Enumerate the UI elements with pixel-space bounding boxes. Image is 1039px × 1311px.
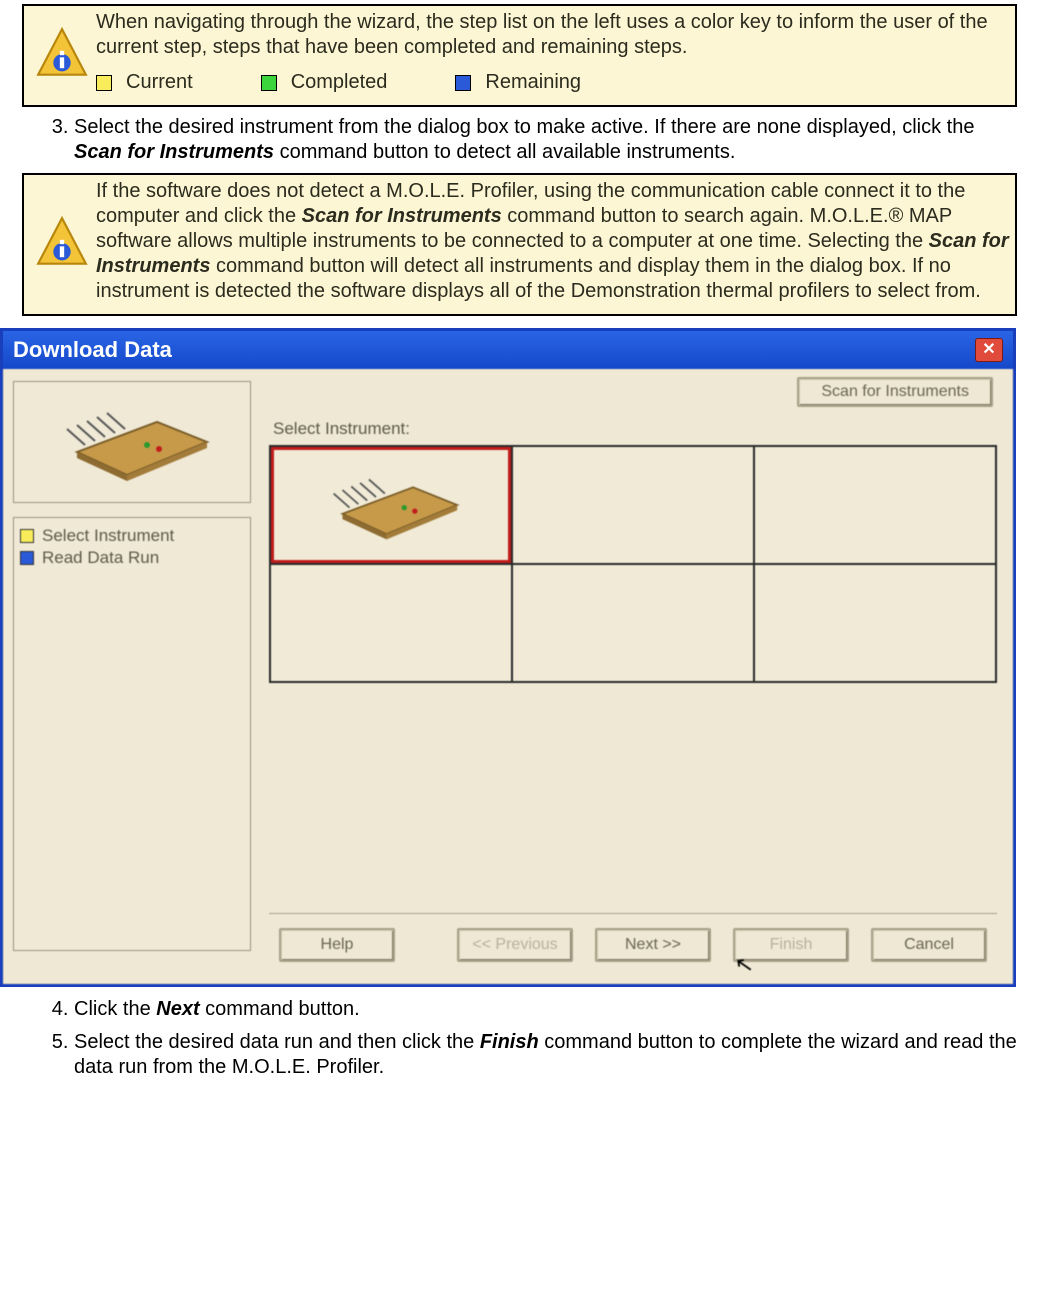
info-note-scan: If the software does not detect a M.O.L.… xyxy=(22,173,1017,316)
step-label: Read Data Run xyxy=(42,548,159,568)
select-instrument-label: Select Instrument: xyxy=(273,419,997,439)
scan-for-instruments-button[interactable]: Scan for Instruments xyxy=(797,377,993,407)
help-button[interactable]: Help xyxy=(279,928,395,962)
info-note-color-key: When navigating through the wizard, the … xyxy=(22,4,1017,107)
previous-button[interactable]: << Previous xyxy=(457,928,573,962)
step-3-text-a: Select the desired instrument from the d… xyxy=(74,116,974,138)
color-legend: Current Completed Remaining xyxy=(96,70,1009,95)
instrument-cell-empty[interactable] xyxy=(513,565,753,681)
step-label: Select Instrument xyxy=(42,526,174,546)
legend-swatch-current xyxy=(96,75,112,91)
dialog-titlebar[interactable]: Download Data ✕ xyxy=(3,331,1013,369)
legend-swatch-completed xyxy=(261,75,277,91)
step-4: Click the Next command button. xyxy=(74,997,1017,1022)
step-status-icon xyxy=(20,529,34,543)
info-note-body: When navigating through the wizard, the … xyxy=(96,10,1009,95)
legend-label-completed: Completed xyxy=(291,70,388,95)
dialog-title: Download Data xyxy=(13,337,172,363)
instrument-cell-selected[interactable] xyxy=(271,447,511,563)
cursor-icon: ↖ xyxy=(732,951,755,980)
wizard-right-pane: Scan for Instruments Select Instrument: xyxy=(259,369,1013,984)
instrument-grid xyxy=(269,445,997,683)
wizard-step-select-instrument[interactable]: Select Instrument xyxy=(20,526,244,546)
wizard-step-read-data-run[interactable]: Read Data Run xyxy=(20,548,244,568)
instrument-cell-empty[interactable] xyxy=(513,447,753,563)
info-note-body: If the software does not detect a M.O.L.… xyxy=(96,179,1009,304)
info-note-text: When navigating through the wizard, the … xyxy=(96,11,988,58)
device-thumbnail xyxy=(13,381,251,503)
instrument-cell-empty[interactable] xyxy=(271,565,511,681)
legend-label-remaining: Remaining xyxy=(485,70,581,95)
step-3: Select the desired instrument from the d… xyxy=(74,115,1017,165)
step-status-icon xyxy=(20,551,34,565)
download-data-dialog: Download Data ✕ xyxy=(0,328,1016,987)
close-icon: ✕ xyxy=(982,342,995,358)
note2-b: Scan for Instruments xyxy=(302,205,502,227)
step-list-cont: Click the Next command button. Select th… xyxy=(22,997,1017,1080)
cancel-button[interactable]: Cancel xyxy=(871,928,987,962)
step-4-bold: Next xyxy=(156,998,199,1020)
note2-e: command button will detect all instrumen… xyxy=(96,255,981,302)
instrument-cell-empty[interactable] xyxy=(755,565,995,681)
instrument-cell-empty[interactable] xyxy=(755,447,995,563)
step-5-text-a: Select the desired data run and then cli… xyxy=(74,1031,480,1053)
info-icon xyxy=(28,27,96,79)
step-5: Select the desired data run and then cli… xyxy=(74,1030,1017,1080)
step-5-bold: Finish xyxy=(480,1031,539,1053)
wizard-left-pane: Select Instrument Read Data Run xyxy=(3,369,259,984)
close-button[interactable]: ✕ xyxy=(975,338,1003,362)
legend-label-current: Current xyxy=(126,70,193,95)
info-icon xyxy=(28,216,96,268)
wizard-step-list: Select Instrument Read Data Run xyxy=(13,517,251,951)
legend-swatch-remaining xyxy=(455,75,471,91)
next-button[interactable]: Next >> xyxy=(595,928,711,962)
step-3-text-c: command button to detect all available i… xyxy=(274,141,735,163)
step-3-bold: Scan for Instruments xyxy=(74,141,274,163)
step-list: Select the desired instrument from the d… xyxy=(22,115,1017,165)
wizard-button-row: Help << Previous Next >> Finish Cancel ↖ xyxy=(269,913,997,976)
step-4-text-a: Click the xyxy=(74,998,156,1020)
step-4-text-c: command button. xyxy=(200,998,360,1020)
